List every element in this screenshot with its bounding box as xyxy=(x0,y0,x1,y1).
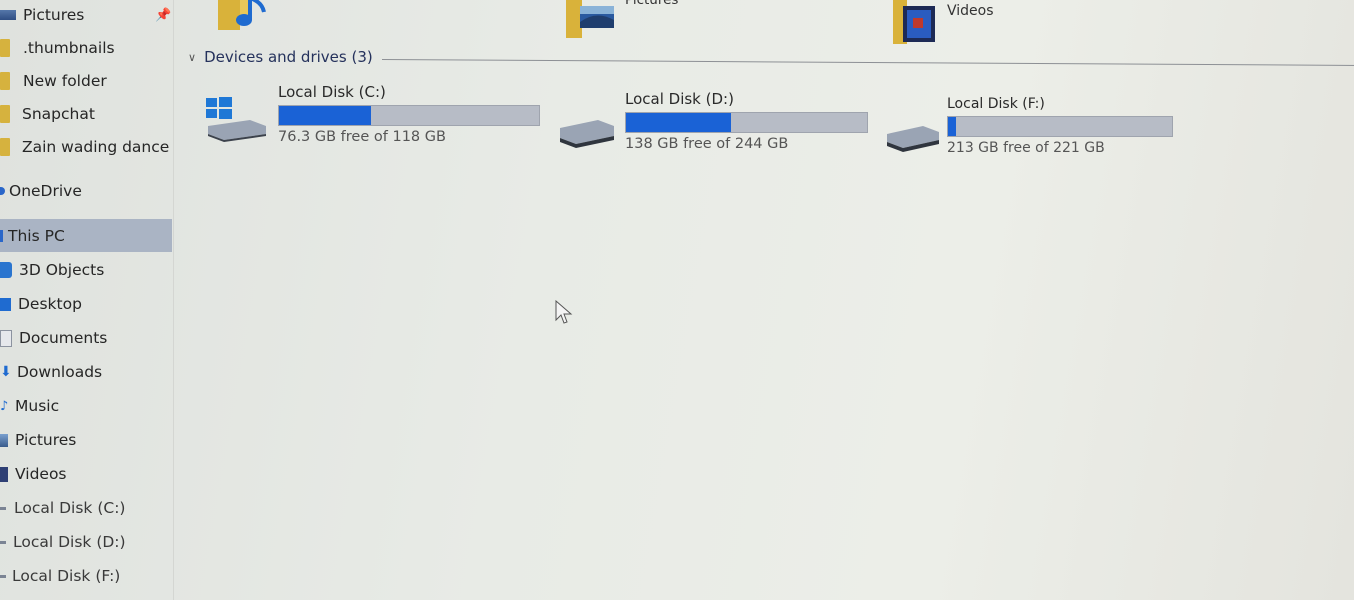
usage-bar xyxy=(947,116,1173,137)
sidebar-item-zain-wading-dance[interactable]: Zain wading dance xyxy=(0,132,172,162)
sidebar-item-label: Local Disk (F:) xyxy=(12,567,121,585)
sidebar-item-label: New folder xyxy=(23,72,107,90)
sidebar-item-desktop[interactable]: Desktop xyxy=(0,289,172,319)
pictures-folder-icon xyxy=(566,0,614,38)
folder-icon xyxy=(0,105,10,123)
drive-name: Local Disk (F:) xyxy=(947,96,1045,112)
group-title: Devices and drives (3) xyxy=(204,48,373,66)
downloads-icon: ⬇ xyxy=(0,364,12,380)
sidebar-item-onedrive[interactable]: OneDrive xyxy=(0,176,172,206)
folder-icon xyxy=(0,39,10,57)
videos-folder-icon xyxy=(893,0,935,44)
sidebar-item-label: 3D Objects xyxy=(19,261,105,279)
devices-group-header[interactable]: ∨ Devices and drives (3) xyxy=(188,48,373,66)
sidebar-item-local-disk-f[interactable]: Local Disk (F:) xyxy=(0,561,172,591)
drive-icon xyxy=(0,574,6,578)
sidebar-item-label: Desktop xyxy=(18,295,82,313)
sidebar-item-label: Music xyxy=(15,397,60,415)
group-divider xyxy=(381,59,1354,66)
folder-music[interactable] xyxy=(218,0,268,30)
drive-icon xyxy=(560,120,614,148)
usage-bar xyxy=(278,105,540,126)
folder-icon xyxy=(0,72,10,90)
sidebar-item-thumbnails[interactable]: .thumbnails xyxy=(0,33,172,63)
sidebar-item-label: OneDrive xyxy=(9,182,82,200)
computer-icon xyxy=(0,229,3,242)
music-icon: ♪ xyxy=(0,398,9,414)
chevron-down-icon[interactable]: ∨ xyxy=(188,51,196,64)
navigation-pane: Pictures 📌 .thumbnails New folder Snapch… xyxy=(0,0,172,600)
drive-name: Local Disk (D:) xyxy=(625,90,734,108)
drive-icon xyxy=(0,540,6,544)
drive-icon xyxy=(0,506,6,510)
desktop-icon xyxy=(0,297,11,311)
pin-icon[interactable]: 📌 xyxy=(155,8,171,23)
videos-icon xyxy=(0,466,8,482)
pictures-icon xyxy=(0,10,16,20)
drive-icon xyxy=(887,126,939,152)
sidebar-item-pictures[interactable]: Pictures xyxy=(0,425,172,455)
sidebar-item-label: This PC xyxy=(8,226,65,245)
sidebar-item-music[interactable]: ♪ Music xyxy=(0,391,172,421)
mouse-cursor-icon xyxy=(555,300,573,324)
sidebar-item-videos[interactable]: Videos xyxy=(0,459,172,489)
sidebar-item-label: Documents xyxy=(19,329,108,347)
sidebar-item-snapchat[interactable]: Snapchat xyxy=(0,99,172,129)
drive-name: Local Disk (C:) xyxy=(278,83,386,101)
sidebar-item-label: Videos xyxy=(15,465,67,483)
pictures-icon xyxy=(0,433,8,447)
sidebar-item-label: Snapchat xyxy=(22,105,95,123)
sidebar-item-pictures-pinned[interactable]: Pictures 📌 xyxy=(0,0,172,30)
free-space-text: 138 GB free of 244 GB xyxy=(625,136,789,152)
sidebar-item-downloads[interactable]: ⬇ Downloads xyxy=(0,357,172,387)
documents-icon xyxy=(0,329,12,347)
sidebar-item-this-pc[interactable]: This PC xyxy=(0,219,172,252)
folder-label: Pictures xyxy=(625,0,679,8)
sidebar-item-label: Local Disk (C:) xyxy=(14,499,126,517)
folder-label: Videos xyxy=(947,3,994,19)
free-space-text: 76.3 GB free of 118 GB xyxy=(278,129,446,145)
folder-icon xyxy=(0,138,10,156)
sidebar-item-3d-objects[interactable]: 3D Objects xyxy=(0,255,172,285)
usage-bar-fill xyxy=(626,113,731,132)
onedrive-icon xyxy=(0,187,5,195)
usage-bar-fill xyxy=(279,106,371,125)
3d-objects-icon xyxy=(0,262,12,278)
pane-divider[interactable] xyxy=(173,0,174,600)
sidebar-item-label: .thumbnails xyxy=(23,39,115,57)
sidebar-item-new-folder[interactable]: New folder xyxy=(0,66,172,96)
folder-pictures[interactable]: Pictures xyxy=(566,0,678,42)
sidebar-item-local-disk-c[interactable]: Local Disk (C:) xyxy=(0,493,172,523)
sidebar-item-label: Pictures xyxy=(15,431,77,449)
sidebar-item-local-disk-d[interactable]: Local Disk (D:) xyxy=(0,527,172,557)
folder-videos[interactable]: Videos xyxy=(893,0,994,50)
usage-bar-fill xyxy=(948,117,957,136)
music-folder-icon xyxy=(218,0,266,30)
sidebar-item-label: Pictures xyxy=(23,6,85,24)
usage-bar xyxy=(625,112,868,133)
windows-drive-icon xyxy=(206,97,266,142)
sidebar-item-label: Zain wading dance xyxy=(22,138,170,156)
free-space-text: 213 GB free of 221 GB xyxy=(947,140,1105,156)
sidebar-item-documents[interactable]: Documents xyxy=(0,323,172,353)
sidebar-item-label: Local Disk (D:) xyxy=(13,533,126,551)
sidebar-item-label: Downloads xyxy=(17,363,103,381)
